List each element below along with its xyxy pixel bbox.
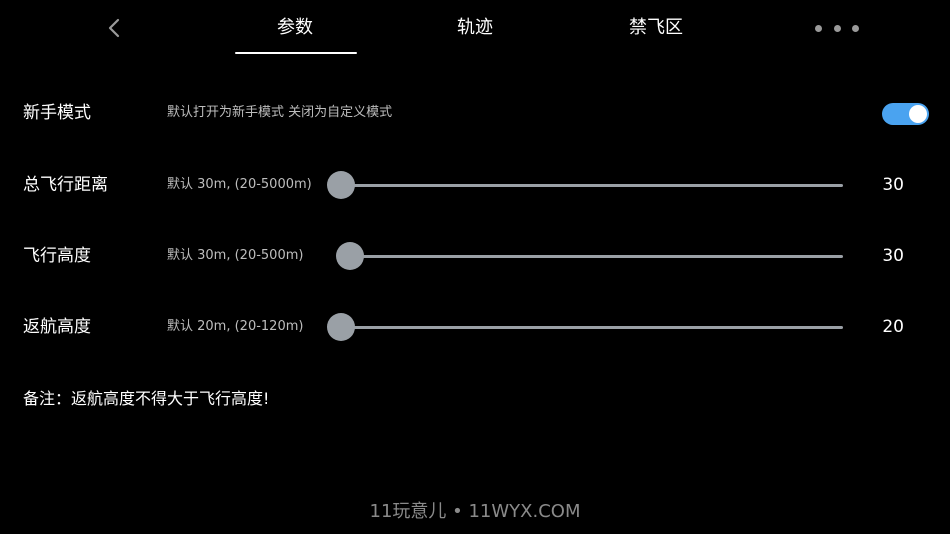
total-distance-label: 总飞行距离 bbox=[23, 175, 108, 195]
tab-no-fly-zone[interactable]: 禁飞区 bbox=[596, 16, 716, 40]
novice-mode-hint: 默认打开为新手模式 关闭为自定义模式 bbox=[167, 105, 393, 120]
return-altitude-label: 返航高度 bbox=[23, 317, 91, 337]
toggle-knob bbox=[909, 105, 927, 123]
return-altitude-slider[interactable] bbox=[327, 311, 843, 343]
more-horizontal-icon bbox=[815, 24, 822, 32]
note-text: 备注：返航高度不得大于飞行高度! bbox=[23, 389, 270, 408]
slider-track bbox=[341, 255, 843, 258]
total-distance-value: 30 bbox=[882, 175, 904, 195]
top-navigation: 参数 轨迹 禁飞区 bbox=[0, 0, 950, 58]
flight-altitude-hint: 默认 30m, (20-500m) bbox=[167, 248, 304, 263]
slider-thumb[interactable] bbox=[327, 313, 355, 341]
return-altitude-value: 20 bbox=[882, 317, 904, 337]
more-dot bbox=[852, 24, 859, 32]
flight-altitude-label: 飞行高度 bbox=[23, 246, 91, 266]
chevron-left-icon bbox=[108, 18, 120, 38]
back-button[interactable] bbox=[100, 14, 128, 42]
tab-params[interactable]: 参数 bbox=[235, 16, 355, 40]
setting-row-return-altitude: 返航高度 默认 20m, (20-120m) 20 bbox=[0, 307, 950, 347]
slider-thumb[interactable] bbox=[327, 171, 355, 199]
slider-track bbox=[341, 326, 843, 329]
flight-altitude-slider[interactable] bbox=[336, 240, 843, 272]
total-distance-slider[interactable] bbox=[327, 169, 843, 201]
slider-track bbox=[341, 184, 843, 187]
setting-row-flight-altitude: 飞行高度 默认 30m, (20-500m) 30 bbox=[0, 236, 950, 276]
return-altitude-hint: 默认 20m, (20-120m) bbox=[167, 319, 304, 334]
tab-track[interactable]: 轨迹 bbox=[415, 16, 535, 40]
slider-thumb[interactable] bbox=[336, 242, 364, 270]
more-button[interactable] bbox=[815, 18, 859, 38]
setting-row-novice-mode: 新手模式 默认打开为新手模式 关闭为自定义模式 bbox=[0, 93, 950, 133]
more-dot bbox=[833, 24, 841, 32]
flight-altitude-value: 30 bbox=[882, 246, 904, 266]
novice-mode-toggle[interactable] bbox=[882, 103, 929, 125]
setting-row-total-distance: 总飞行距离 默认 30m, (20-5000m) 30 bbox=[0, 165, 950, 205]
novice-mode-label: 新手模式 bbox=[23, 103, 91, 123]
active-tab-indicator bbox=[235, 52, 357, 54]
total-distance-hint: 默认 30m, (20-5000m) bbox=[167, 177, 312, 192]
watermark: 11玩意儿 • 11WYX.COM bbox=[369, 501, 581, 522]
